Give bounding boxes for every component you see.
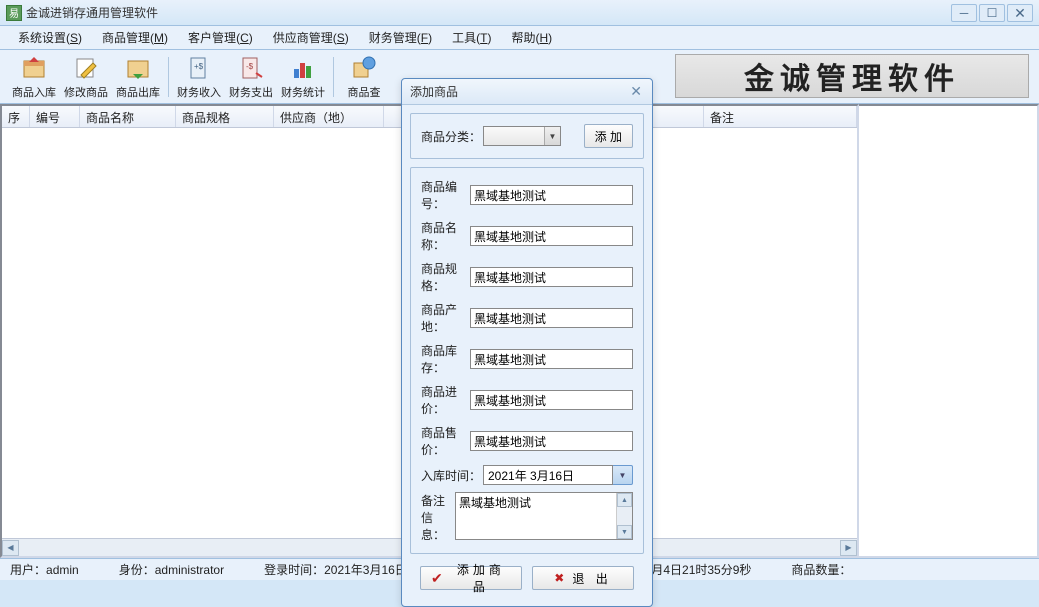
edit-icon — [72, 54, 100, 82]
scroll-down-icon[interactable]: ▼ — [617, 525, 632, 539]
origin-input[interactable] — [470, 308, 633, 328]
memo-label: 备注信息： — [421, 492, 455, 543]
close-button[interactable]: ✕ — [1007, 4, 1033, 22]
query-icon — [350, 54, 378, 82]
stock-label: 商品库存： — [421, 342, 470, 376]
col-code[interactable]: 编号 — [30, 106, 80, 127]
toolbar-separator — [333, 57, 334, 97]
dialog-title: 添加商品 — [410, 83, 458, 100]
minimize-icon: ─ — [960, 6, 969, 20]
dialog-close-button[interactable]: ✕ — [626, 83, 646, 100]
name-label: 商品名称： — [421, 219, 470, 253]
add-category-button[interactable]: 添 加 — [584, 124, 633, 148]
code-label: 商品编号： — [421, 178, 470, 212]
expense-icon: -$ — [237, 54, 265, 82]
col-name[interactable]: 商品名称 — [80, 106, 176, 127]
side-panel — [859, 104, 1039, 558]
scroll-left-button[interactable]: ◀ — [2, 540, 19, 556]
status-product-count: 商品数量： — [791, 561, 851, 578]
tool-label: 修改商品 — [64, 84, 108, 100]
exit-button[interactable]: ✖ 退 出 — [532, 566, 634, 590]
memo-scrollbar[interactable]: ▲ ▼ — [616, 493, 632, 539]
col-spec[interactable]: 商品规格 — [176, 106, 274, 127]
tool-edit-product[interactable]: 修改商品 — [60, 52, 112, 102]
menu-help[interactable]: 帮助(H) — [501, 26, 562, 49]
date-value: 2021年 3月16日 — [483, 465, 613, 485]
menu-finance[interactable]: 财务管理(F) — [359, 26, 442, 49]
chevron-down-icon: ▼ — [544, 127, 560, 145]
spec-input[interactable] — [470, 267, 633, 287]
tool-income[interactable]: +$ 财务收入 — [173, 52, 225, 102]
svg-text:+$: +$ — [194, 62, 204, 71]
spec-label: 商品规格： — [421, 260, 470, 294]
dialog-button-row: ✔ 添加商品 ✖ 退 出 — [410, 562, 644, 598]
status-role: 身份：administrator — [119, 561, 224, 578]
exit-label: 退 出 — [572, 570, 611, 587]
code-input[interactable] — [470, 185, 633, 205]
col-seq[interactable]: 序 — [2, 106, 30, 127]
income-icon: +$ — [185, 54, 213, 82]
tool-label: 商品查 — [348, 84, 381, 100]
menubar: 系统设置(S) 商品管理(M) 客户管理(C) 供应商管理(S) 财务管理(F)… — [0, 26, 1039, 50]
stats-icon — [289, 54, 317, 82]
buy-price-input[interactable] — [470, 390, 633, 410]
category-combo[interactable]: ▼ — [483, 126, 576, 146]
dialog-body: 商品分类： ▼ 添 加 商品编号： 商品名称： 商品规格： 商品产地： — [402, 105, 652, 606]
menu-product[interactable]: 商品管理(M) — [92, 26, 178, 49]
tool-product-query[interactable]: 商品查 — [338, 52, 390, 102]
col-remark[interactable]: 备注 — [704, 106, 857, 127]
tool-label: 商品入库 — [12, 84, 56, 100]
date-label: 入库时间： — [421, 467, 483, 484]
maximize-button[interactable]: ☐ — [979, 4, 1005, 22]
check-icon: ✔ — [431, 570, 447, 587]
scroll-up-icon[interactable]: ▲ — [617, 493, 632, 507]
tool-label: 商品出库 — [116, 84, 160, 100]
dialog-titlebar[interactable]: 添加商品 ✕ — [402, 79, 652, 105]
add-product-dialog: 添加商品 ✕ 商品分类： ▼ 添 加 商品编号： 商品名称： 商品 — [401, 78, 653, 607]
name-input[interactable] — [470, 226, 633, 246]
tool-finance-stats[interactable]: 财务统计 — [277, 52, 329, 102]
tool-stock-out[interactable]: 商品出库 — [112, 52, 164, 102]
menu-system[interactable]: 系统设置(S) — [8, 26, 92, 49]
minimize-button[interactable]: ─ — [951, 4, 977, 22]
svg-text:-$: -$ — [246, 62, 254, 71]
stock-in-icon — [20, 54, 48, 82]
tool-label: 财务统计 — [281, 84, 325, 100]
toolbar-separator — [168, 57, 169, 97]
maximize-icon: ☐ — [987, 6, 998, 20]
sell-label: 商品售价： — [421, 424, 470, 458]
app-title: 金诚进销存通用管理软件 — [26, 4, 158, 21]
tool-expense[interactable]: -$ 财务支出 — [225, 52, 277, 102]
tool-stock-in[interactable]: 商品入库 — [8, 52, 60, 102]
menu-customer[interactable]: 客户管理(C) — [178, 26, 263, 49]
origin-label: 商品产地： — [421, 301, 470, 335]
submit-add-product-button[interactable]: ✔ 添加商品 — [420, 566, 522, 590]
tool-label: 财务收入 — [177, 84, 221, 100]
window-titlebar: 金诚进销存通用管理软件 ─ ☐ ✕ — [0, 0, 1039, 26]
category-label: 商品分类： — [421, 128, 483, 145]
fields-group: 商品编号： 商品名称： 商品规格： 商品产地： 商品库存： 商品进价： — [410, 167, 644, 554]
scroll-right-button[interactable]: ▶ — [840, 540, 857, 556]
memo-textarea[interactable] — [455, 492, 633, 540]
status-user: 用户：admin — [10, 561, 79, 578]
date-picker[interactable]: 2021年 3月16日 ▼ — [483, 465, 633, 485]
buy-label: 商品进价： — [421, 383, 470, 417]
sell-price-input[interactable] — [470, 431, 633, 451]
menu-tools[interactable]: 工具(T) — [442, 26, 501, 49]
close-icon: ✕ — [1014, 6, 1026, 20]
menu-supplier[interactable]: 供应商管理(S) — [263, 26, 359, 49]
date-dropdown-button[interactable]: ▼ — [613, 465, 633, 485]
col-supplier[interactable]: 供应商（地） — [274, 106, 384, 127]
stock-input[interactable] — [470, 349, 633, 369]
tool-label: 财务支出 — [229, 84, 273, 100]
category-group: 商品分类： ▼ 添 加 — [410, 113, 644, 159]
brand-banner: 金诚管理软件 — [675, 54, 1029, 98]
stock-out-icon — [124, 54, 152, 82]
app-icon — [6, 5, 22, 21]
exit-icon: ✖ — [554, 571, 568, 585]
submit-label: 添加商品 — [451, 561, 511, 595]
